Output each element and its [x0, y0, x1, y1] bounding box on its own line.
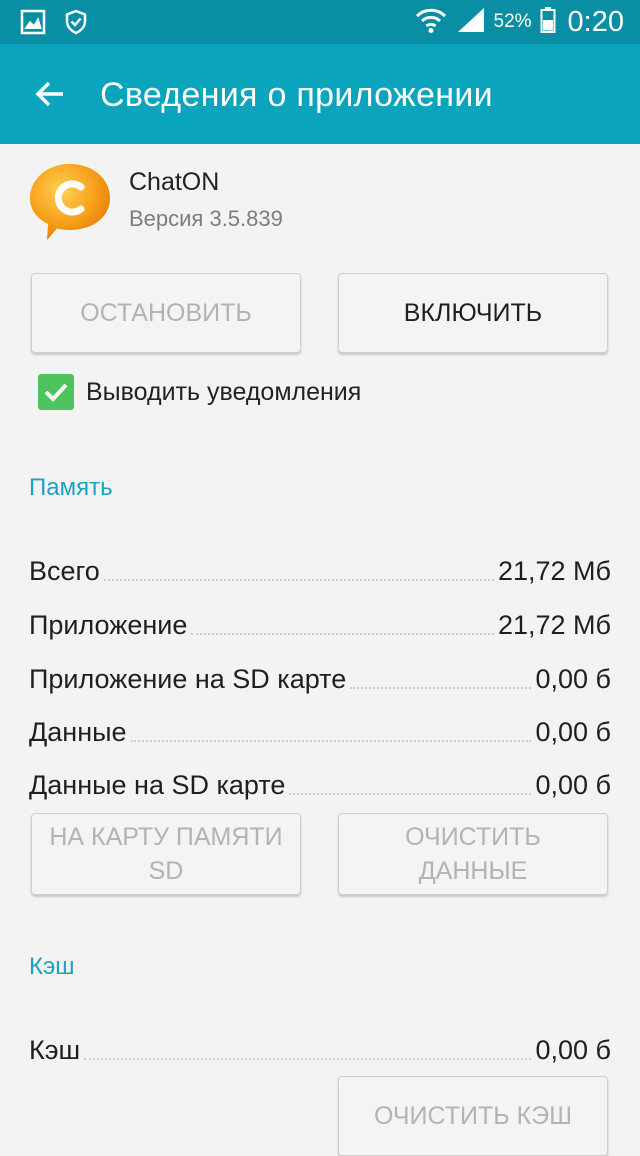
show-notifications-checkbox[interactable]	[38, 374, 74, 410]
gallery-icon	[20, 9, 46, 40]
stop-button[interactable]: ОСТАНОВИТЬ	[31, 273, 301, 353]
back-arrow-icon	[35, 81, 63, 107]
app-name: ChatON	[129, 168, 220, 196]
dotted-leader	[350, 687, 532, 689]
clear-data-label-line1: ОЧИСТИТЬ	[405, 823, 541, 851]
status-bar-left-icons	[20, 9, 88, 40]
clear-data-button[interactable]: ОЧИСТИТЬ ДАННЫЕ	[338, 813, 608, 895]
back-button[interactable]	[22, 70, 78, 118]
dotted-leader	[84, 1058, 532, 1060]
memory-row-data: Данные 0,00 б	[29, 709, 611, 749]
memory-row-total: Всего 21,72 Мб	[29, 548, 611, 588]
clear-cache-button[interactable]: ОЧИСТИТЬ КЭШ	[338, 1076, 608, 1156]
move-to-sd-button[interactable]: НА КАРТУ ПАМЯТИ SD	[31, 813, 301, 895]
stop-button-label: ОСТАНОВИТЬ	[80, 299, 252, 327]
move-to-sd-label-line2: SD	[148, 857, 184, 885]
cache-row: Кэш 0,00 б	[29, 1027, 611, 1067]
clear-data-label-line2: ДАННЫЕ	[418, 857, 528, 885]
cache-row-value: 0,00 б	[535, 1035, 611, 1065]
memory-row-app-sd: Приложение на SD карте 0,00 б	[29, 656, 611, 696]
memory-row-label: Всего	[29, 556, 100, 586]
battery-icon	[540, 6, 556, 39]
memory-row-data-sd: Данные на SD карте 0,00 б	[29, 762, 611, 802]
memory-row-value: 0,00 б	[535, 664, 611, 694]
battery-percent: 52%	[493, 11, 532, 32]
memory-row-label: Данные на SD карте	[29, 770, 286, 800]
memory-row-label: Приложение на SD карте	[29, 664, 347, 694]
dotted-leader	[191, 633, 494, 635]
wifi-icon	[414, 6, 448, 39]
memory-row-value: 0,00 б	[535, 770, 611, 800]
enable-button-label: ВКЛЮЧИТЬ	[403, 299, 543, 327]
status-bar: 52% 0:20	[0, 0, 640, 44]
dotted-leader	[103, 579, 494, 581]
cache-section-title: Кэш	[29, 953, 75, 980]
memory-row-label: Приложение	[29, 610, 188, 640]
memory-row-app: Приложение 21,72 Мб	[29, 602, 611, 642]
memory-row-label: Данные	[29, 717, 127, 747]
cache-row-label: Кэш	[29, 1035, 81, 1065]
move-to-sd-label-line1: НА КАРТУ ПАМЯТИ	[49, 823, 283, 851]
dotted-leader	[130, 740, 532, 742]
dotted-leader	[289, 793, 532, 795]
memory-row-value: 21,72 Мб	[497, 610, 611, 640]
app-version: Версия 3.5.839	[129, 206, 283, 231]
status-bar-right-icons: 52% 0:20	[414, 0, 624, 44]
enable-button[interactable]: ВКЛЮЧИТЬ	[338, 273, 608, 353]
clear-cache-button-label: ОЧИСТИТЬ КЭШ	[373, 1102, 573, 1130]
show-notifications-label: Выводить уведомления	[86, 377, 362, 406]
checkmark-icon	[44, 383, 68, 402]
memory-row-value: 21,72 Мб	[497, 556, 611, 586]
memory-section-title: Память	[29, 474, 113, 501]
memory-row-value: 0,00 б	[535, 717, 611, 747]
show-notifications-checkbox-row[interactable]: Выводить уведомления	[38, 374, 361, 410]
shield-check-icon	[64, 9, 88, 40]
app-bar: Сведения о приложении	[0, 44, 640, 144]
clock: 0:20	[567, 5, 624, 38]
chaton-app-icon	[27, 160, 113, 242]
signal-icon	[456, 6, 486, 39]
page-title: Сведения о приложении	[100, 76, 493, 114]
